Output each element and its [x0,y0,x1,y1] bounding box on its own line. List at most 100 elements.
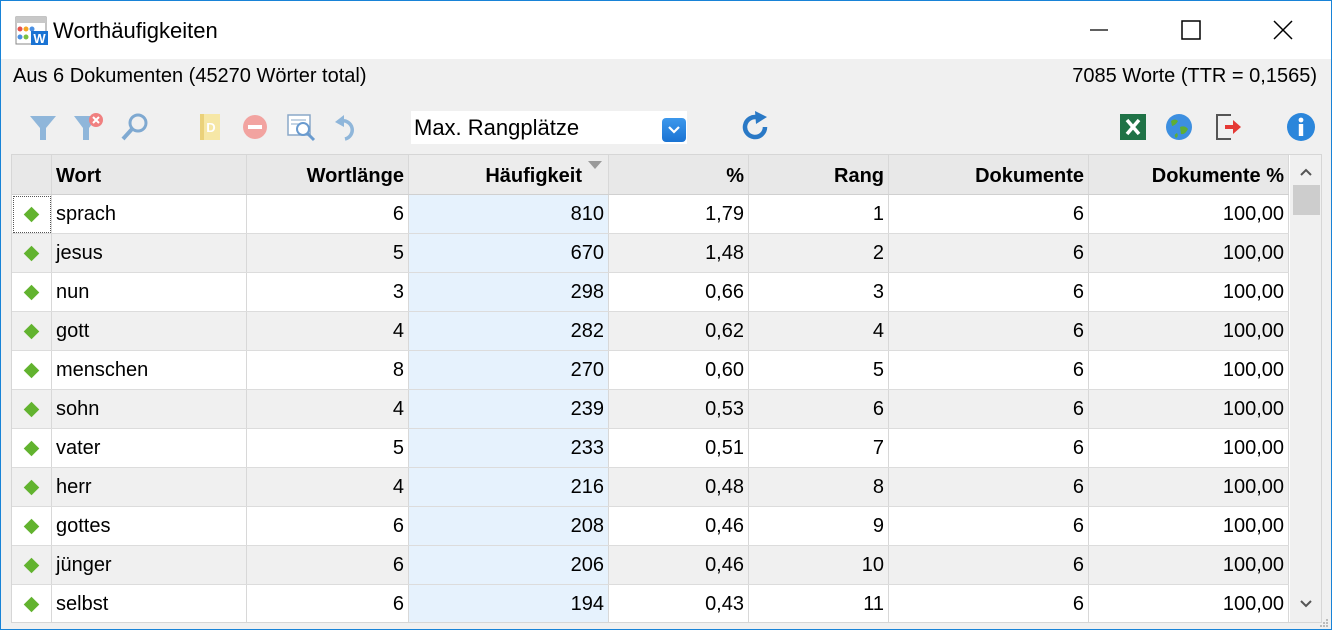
column-header-prozent[interactable]: % [609,155,749,194]
table-grid: Wort Wortlänge Häufigkeit % Rang Dokumen… [12,155,1289,622]
export-button[interactable] [1209,109,1245,145]
dropdown-toggle[interactable] [662,118,686,142]
column-header-dokumente[interactable]: Dokumente [889,155,1089,194]
cell-prozent: 1,79 [609,195,749,233]
cell-haeufigkeit: 810 [409,195,609,233]
undo-button[interactable] [329,109,365,145]
scrollbar-thumb[interactable] [1293,185,1320,215]
excel-export-button[interactable] [1115,109,1151,145]
cell-haeufigkeit: 194 [409,585,609,622]
search-button[interactable] [117,109,153,145]
table-row[interactable]: sprach 6 810 1,79 1 6 100,00 [12,195,1289,234]
column-header-dokumente-prozent[interactable]: Dokumente % [1089,155,1289,194]
close-icon [1273,20,1293,40]
cell-wort: menschen [52,351,247,389]
table-row[interactable]: jesus 5 670 1,48 2 6 100,00 [12,234,1289,273]
table-row[interactable]: gott 4 282 0,62 4 6 100,00 [12,312,1289,351]
globe-icon [1166,114,1192,140]
table-row[interactable]: jünger 6 206 0,46 10 6 100,00 [12,546,1289,585]
remove-icon [243,115,267,139]
cell-prozent: 0,53 [609,390,749,428]
cell-haeufigkeit: 270 [409,351,609,389]
cell-wort: nun [52,273,247,311]
minimize-icon [1090,29,1108,31]
maximize-icon [1181,20,1201,40]
zoom-preview-button[interactable] [283,109,319,145]
app-icon: W [15,16,49,46]
refresh-icon [742,111,768,140]
maximize-button[interactable] [1145,1,1237,59]
clear-filter-button[interactable] [71,109,107,145]
column-header-marker [12,155,52,194]
column-header-rang[interactable]: Rang [749,155,889,194]
cell-dokumente: 6 [889,585,1089,622]
column-header-wort[interactable]: Wort [52,155,247,194]
diamond-icon [23,323,40,340]
cell-dokumente: 6 [889,234,1089,272]
cell-prozent: 0,46 [609,507,749,545]
cell-wortlaenge: 4 [247,312,409,350]
scroll-up-button[interactable] [1290,159,1321,185]
focus-indicator [13,196,51,233]
cell-dokumente-prozent: 100,00 [1089,468,1289,506]
row-marker [12,234,52,272]
excel-icon [1120,114,1146,140]
minimize-button[interactable] [1053,1,1145,59]
cell-rang: 4 [749,312,889,350]
document-icon: D [200,114,220,140]
table-row[interactable]: selbst 6 194 0,43 11 6 100,00 [12,585,1289,622]
cell-rang: 1 [749,195,889,233]
search-icon [121,113,148,141]
table-row[interactable]: vater 5 233 0,51 7 6 100,00 [12,429,1289,468]
max-rank-dropdown[interactable]: Max. Rangplätze [411,111,687,144]
table-row[interactable]: menschen 8 270 0,60 5 6 100,00 [12,351,1289,390]
cell-wortlaenge: 5 [247,429,409,467]
cell-prozent: 0,60 [609,351,749,389]
diamond-icon [23,401,40,418]
close-button[interactable] [1237,1,1329,59]
table-row[interactable]: sohn 4 239 0,53 6 6 100,00 [12,390,1289,429]
scroll-down-button[interactable] [1290,591,1321,617]
row-marker [12,351,52,389]
cell-dokumente-prozent: 100,00 [1089,195,1289,233]
cell-dokumente: 6 [889,468,1089,506]
web-button[interactable] [1161,109,1197,145]
cell-wortlaenge: 3 [247,273,409,311]
cell-wortlaenge: 6 [247,585,409,622]
chevron-up-icon [1300,168,1312,176]
cell-wort: gottes [52,507,247,545]
cell-wortlaenge: 8 [247,351,409,389]
word-count-ttr: 7085 Worte (TTR = 0,1565) [1072,65,1317,87]
filter-button[interactable] [25,109,61,145]
cell-rang: 5 [749,351,889,389]
cell-rang: 8 [749,468,889,506]
column-header-haeufigkeit[interactable]: Häufigkeit [409,155,609,194]
cell-dokumente: 6 [889,546,1089,584]
clear-filter-icon [74,113,103,140]
cell-prozent: 0,66 [609,273,749,311]
row-marker [12,195,52,233]
resize-grip[interactable] [1319,615,1329,627]
undo-icon [335,115,354,141]
column-header-wortlaenge[interactable]: Wortlänge [247,155,409,194]
table-row[interactable]: herr 4 216 0,48 8 6 100,00 [12,468,1289,507]
document-button[interactable]: D [191,109,227,145]
diamond-icon [23,284,40,301]
info-button[interactable] [1283,109,1319,145]
cell-wort: jünger [52,546,247,584]
cell-prozent: 1,48 [609,234,749,272]
table-row[interactable]: nun 3 298 0,66 3 6 100,00 [12,273,1289,312]
cell-haeufigkeit: 233 [409,429,609,467]
cell-dokumente: 6 [889,429,1089,467]
cell-dokumente: 6 [889,390,1089,428]
cell-wort: sprach [52,195,247,233]
cell-dokumente-prozent: 100,00 [1089,546,1289,584]
cell-wortlaenge: 4 [247,390,409,428]
cell-rang: 2 [749,234,889,272]
table-row[interactable]: gottes 6 208 0,46 9 6 100,00 [12,507,1289,546]
vertical-scrollbar[interactable] [1290,155,1321,622]
refresh-button[interactable] [737,109,773,145]
remove-button[interactable] [237,109,273,145]
cell-haeufigkeit: 282 [409,312,609,350]
cell-dokumente-prozent: 100,00 [1089,312,1289,350]
